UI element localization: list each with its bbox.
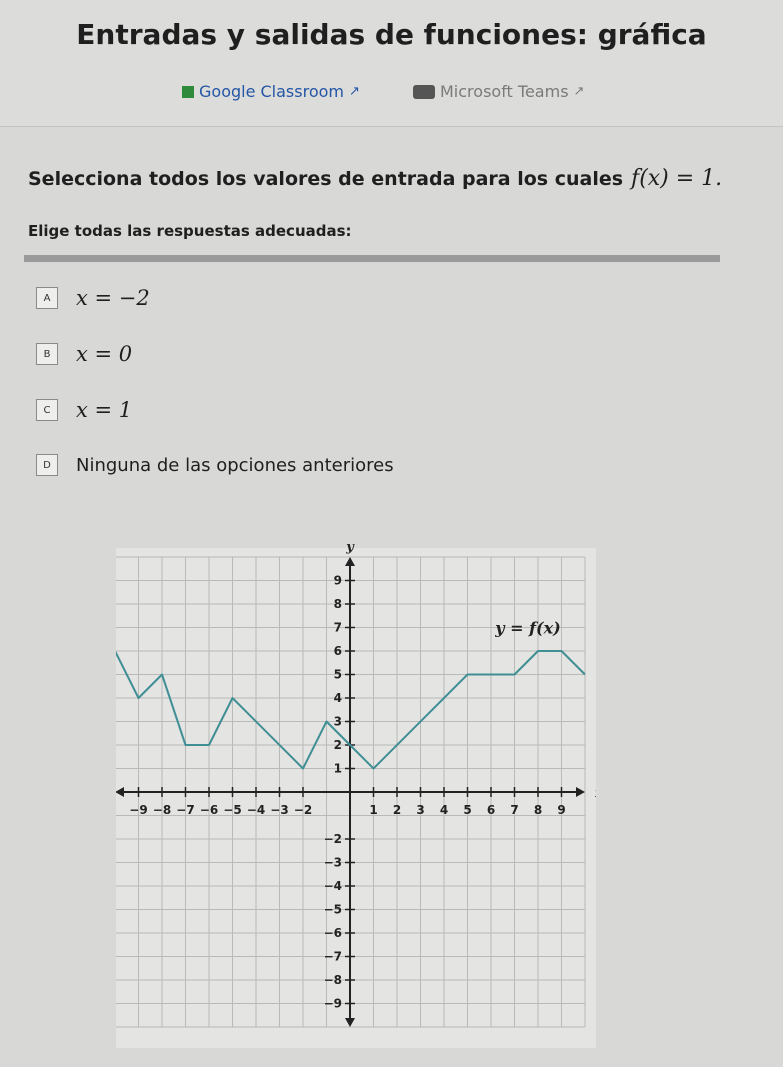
option-a-text: x = −2	[76, 286, 150, 310]
x-tick-label: 3	[416, 803, 424, 817]
x-tick-label: 5	[463, 803, 471, 817]
y-tick-label: 2	[334, 738, 342, 752]
option-c-text: x = 1	[76, 398, 133, 422]
y-tick-label: 3	[334, 715, 342, 729]
y-tick-label: 1	[334, 762, 342, 776]
y-tick-label: 8	[334, 597, 342, 611]
y-tick-label: 6	[334, 644, 342, 658]
google-classroom-label: Google Classroom	[199, 82, 344, 101]
microsoft-teams-label: Microsoft Teams	[440, 82, 569, 101]
y-tick-label: −3	[324, 856, 342, 870]
x-tick-label: −8	[153, 803, 171, 817]
option-b-text: x = 0	[76, 342, 133, 366]
y-tick-label: 7	[334, 621, 342, 635]
y-axis-label: y	[345, 540, 355, 555]
x-tick-label: 9	[557, 803, 565, 817]
option-a[interactable]: A x = −2	[36, 286, 150, 310]
function-graph: y x −9 −8 −7 −6 −5 −4 −3 −2 1 2 3 4 5 6 7 8 9 9 8 7 6 5 4 3 2 1 −2 −3…	[116, 540, 596, 1048]
question-math: f(x) = 1.	[631, 166, 723, 191]
microsoft-teams-link[interactable]: Microsoft Teams ↗	[413, 82, 584, 101]
page-title: Entradas y salidas de funciones: gráfica	[76, 18, 707, 51]
microsoft-teams-icon	[413, 84, 435, 99]
x-tick-label: 8	[534, 803, 542, 817]
question-prompt: Selecciona todos los valores de entrada …	[28, 166, 722, 191]
option-d[interactable]: D Ninguna de las opciones anteriores	[36, 454, 394, 476]
google-classroom-link[interactable]: Google Classroom ↗	[182, 82, 360, 101]
y-tick-label: 9	[334, 574, 342, 588]
y-tick-label: −5	[324, 903, 342, 917]
y-tick-label: −9	[324, 997, 342, 1011]
question-text: Selecciona todos los valores de entrada …	[28, 167, 624, 190]
divider	[24, 255, 720, 262]
y-tick-label: −4	[324, 879, 342, 893]
x-tick-label: 2	[393, 803, 401, 817]
x-tick-label: −5	[223, 803, 241, 817]
option-b-checkbox[interactable]: B	[36, 343, 58, 365]
page-header: Entradas y salidas de funciones: gráfica…	[0, 0, 783, 127]
x-tick-label: 6	[487, 803, 495, 817]
y-tick-label: −8	[324, 973, 342, 987]
y-tick-label: −7	[324, 950, 342, 964]
x-tick-label: −7	[176, 803, 194, 817]
google-classroom-icon	[182, 85, 194, 98]
external-link-icon: ↗	[573, 84, 585, 99]
instruction-text: Elige todas las respuestas adecuadas:	[28, 222, 352, 240]
option-d-checkbox[interactable]: D	[36, 454, 58, 476]
x-tick-label: 7	[510, 803, 518, 817]
y-tick-label: −6	[324, 926, 342, 940]
x-axis-label: x	[594, 786, 596, 801]
x-tick-label: −9	[129, 803, 147, 817]
x-tick-label: −6	[200, 803, 218, 817]
x-tick-label: 4	[440, 803, 448, 817]
option-d-text: Ninguna de las opciones anteriores	[76, 454, 394, 476]
option-c[interactable]: C x = 1	[36, 398, 132, 422]
x-tick-label: −3	[270, 803, 288, 817]
option-a-checkbox[interactable]: A	[36, 287, 58, 309]
x-tick-label: −2	[294, 803, 312, 817]
x-tick-label: 1	[369, 803, 377, 817]
option-b[interactable]: B x = 0	[36, 342, 132, 366]
function-annotation: y = f(x)	[494, 619, 560, 638]
y-tick-label: −2	[324, 832, 342, 846]
y-tick-label: 4	[334, 691, 342, 705]
x-tick-label: −4	[247, 803, 265, 817]
external-link-icon: ↗	[349, 84, 360, 99]
option-c-checkbox[interactable]: C	[36, 399, 58, 421]
y-tick-label: 5	[334, 668, 342, 682]
